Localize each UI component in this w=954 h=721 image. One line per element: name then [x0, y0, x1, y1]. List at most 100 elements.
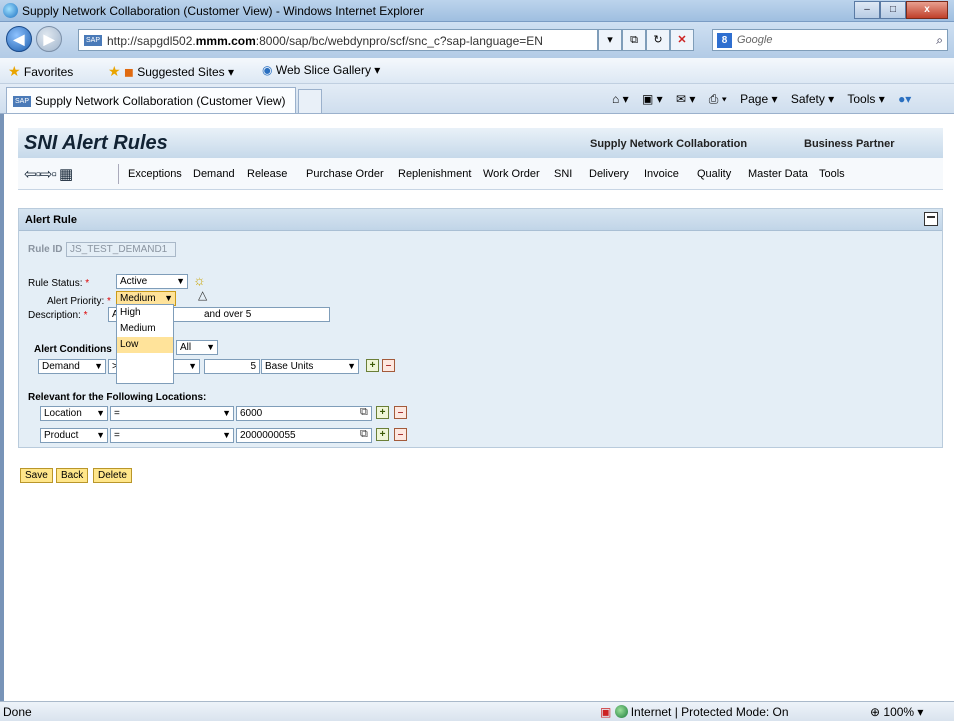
- save-button[interactable]: Save: [20, 468, 53, 483]
- sap-favicon-icon: SAP: [84, 35, 102, 46]
- globe-icon: [614, 705, 628, 718]
- stop-icon[interactable]: ✕: [670, 29, 694, 51]
- history-nav-icon[interactable]: ⇦▫⇨▫ ▦: [24, 165, 73, 183]
- suggested-sites-link[interactable]: ★ ◼ Suggested Sites ▾: [108, 63, 234, 80]
- web-slice-gallery-link[interactable]: ◉ Web Slice Gallery ▾: [262, 63, 380, 77]
- address-bar[interactable]: SAP http://sapgdl502.mmm.com:8000/sap/bc…: [78, 29, 598, 51]
- minimize-button[interactable]: –: [854, 1, 880, 19]
- favorites-bar: ★ Favorites ★ ◼ Suggested Sites ▾ ◉ Web …: [0, 58, 954, 84]
- back-button[interactable]: Back: [56, 468, 89, 483]
- search-placeholder: Google: [737, 34, 773, 46]
- maximize-button[interactable]: □: [880, 1, 906, 19]
- command-bar: ⌂ ▾ ▣ ▾ ✉ ▾ ⎙ ▾ Page ▾ Safety ▾ Tools ▾ …: [612, 92, 921, 107]
- menu-sni[interactable]: SNI: [554, 168, 572, 180]
- alert-priority-label: Alert Priority: *: [47, 296, 111, 307]
- remove-condition-icon[interactable]: –: [382, 359, 395, 372]
- window-titlebar: Supply Network Collaboration (Customer V…: [0, 0, 954, 22]
- menu-work-order[interactable]: Work Order: [483, 168, 540, 180]
- condition-value-field[interactable]: 5: [204, 359, 260, 374]
- priority-options-list: High Medium Low: [116, 304, 174, 384]
- rule-status-dropdown[interactable]: Active ▼: [116, 274, 188, 289]
- menu-release[interactable]: Release: [247, 168, 287, 180]
- back-arrow-icon[interactable]: ◀: [6, 26, 32, 52]
- mail-icon[interactable]: ✉ ▾: [676, 92, 695, 106]
- warning-triangle-icon: △: [198, 288, 208, 302]
- menu-invoice[interactable]: Invoice: [644, 168, 679, 180]
- compatibility-icon[interactable]: ⧉: [622, 29, 646, 51]
- new-tab-button[interactable]: [298, 89, 322, 113]
- add-favorite-icon: ★: [108, 63, 121, 79]
- print-icon[interactable]: ⎙ ▾: [709, 92, 727, 106]
- tab-label: Supply Network Collaboration (Customer V…: [35, 94, 286, 108]
- status-bar: Done ▣ Internet | Protected Mode: On ⊕ 1…: [0, 701, 954, 721]
- refresh-icon[interactable]: ↻: [646, 29, 670, 51]
- tab-row: SAP Supply Network Collaboration (Custom…: [0, 84, 954, 114]
- menu-replenishment[interactable]: Replenishment: [398, 168, 471, 180]
- address-url[interactable]: http://sapgdl502.mmm.com:8000/sap/bc/web…: [107, 34, 543, 48]
- rule-id-field: JS_TEST_DEMAND1: [66, 242, 176, 257]
- condition-unit-dropdown[interactable]: Base Units ▼: [261, 359, 359, 374]
- menu-separator: [118, 164, 119, 184]
- home-icon[interactable]: ⌂ ▾: [612, 92, 629, 106]
- popup-blocked-icon: ▣: [600, 705, 612, 719]
- location-operator-dropdown[interactable]: = ▼: [110, 406, 234, 421]
- window-title: Supply Network Collaboration (Customer V…: [22, 4, 424, 18]
- product-operator-dropdown[interactable]: = ▼: [110, 428, 234, 443]
- location-value-field[interactable]: 6000: [236, 406, 372, 421]
- add-location-icon[interactable]: +: [376, 406, 389, 419]
- lightbulb-icon: ☼: [193, 272, 206, 288]
- help-icon[interactable]: ●▾: [898, 92, 911, 106]
- search-box[interactable]: 8 Google ⌕: [712, 29, 948, 51]
- relevant-locations-label: Relevant for the Following Locations:: [28, 392, 207, 403]
- page-menu[interactable]: Page ▾: [740, 92, 777, 106]
- google-icon: 8: [717, 33, 732, 48]
- condition-field-dropdown[interactable]: Demand ▼: [38, 359, 106, 374]
- menu-tools[interactable]: Tools: [819, 168, 845, 180]
- tools-menu[interactable]: Tools ▾: [847, 92, 884, 106]
- remove-location-icon[interactable]: –: [394, 406, 407, 419]
- snc-link[interactable]: Supply Network Collaboration: [590, 138, 747, 150]
- copy-icon[interactable]: ⧉: [360, 406, 368, 419]
- business-partner-link[interactable]: Business Partner: [804, 138, 894, 150]
- delete-button[interactable]: Delete: [93, 468, 132, 483]
- collapse-icon[interactable]: [924, 212, 938, 226]
- dropdown-arrow-icon[interactable]: ▾: [598, 29, 622, 51]
- safety-menu[interactable]: Safety ▾: [791, 92, 834, 106]
- product-field-dropdown[interactable]: Product ▼: [40, 428, 108, 443]
- copy-icon[interactable]: ⧉: [360, 428, 368, 441]
- location-field-dropdown[interactable]: Location ▼: [40, 406, 108, 421]
- panel-title: Alert Rule: [25, 214, 77, 226]
- remove-product-icon[interactable]: –: [394, 428, 407, 441]
- menu-quality[interactable]: Quality: [697, 168, 731, 180]
- sap-favicon-icon: SAP: [13, 96, 31, 107]
- address-toolbar: ◀ ▶ SAP http://sapgdl502.mmm.com:8000/sa…: [0, 22, 954, 58]
- priority-option-high[interactable]: High: [117, 305, 173, 321]
- browser-tab[interactable]: SAP Supply Network Collaboration (Custom…: [6, 87, 296, 113]
- add-product-icon[interactable]: +: [376, 428, 389, 441]
- zoom-level[interactable]: ⊕ 100% ▾: [870, 705, 923, 719]
- menu-purchase-order[interactable]: Purchase Order: [306, 168, 384, 180]
- menu-master-data[interactable]: Master Data: [748, 168, 808, 180]
- search-icon[interactable]: ⌕: [936, 33, 943, 48]
- web-slice-icon: ◉: [262, 63, 273, 77]
- priority-option-medium[interactable]: Medium: [117, 321, 173, 337]
- priority-option-low[interactable]: Low: [117, 337, 173, 353]
- alert-conditions-label: Alert Conditions: [34, 344, 112, 355]
- menu-delivery[interactable]: Delivery: [589, 168, 629, 180]
- add-condition-icon[interactable]: +: [366, 359, 379, 372]
- alert-conditions-dropdown[interactable]: All ▼: [176, 340, 218, 355]
- description-label: Description: *: [28, 310, 88, 321]
- star-icon: ★: [8, 63, 21, 79]
- panel-header: Alert Rule: [19, 209, 942, 231]
- favorites-button[interactable]: ★ Favorites: [8, 63, 73, 80]
- rule-status-label: Rule Status: *: [28, 278, 90, 289]
- app-menubar: ⇦▫⇨▫ ▦ Exceptions Demand Release Purchas…: [18, 158, 943, 190]
- menu-demand[interactable]: Demand: [193, 168, 235, 180]
- app-header: SNI Alert Rules Supply Network Collabora…: [18, 128, 943, 158]
- rule-id-label: Rule ID: [28, 244, 63, 255]
- menu-exceptions[interactable]: Exceptions: [128, 168, 182, 180]
- close-button[interactable]: x: [906, 1, 948, 19]
- feeds-icon[interactable]: ▣ ▾: [642, 92, 663, 106]
- forward-arrow-icon[interactable]: ▶: [36, 26, 62, 52]
- product-value-field[interactable]: 2000000055: [236, 428, 372, 443]
